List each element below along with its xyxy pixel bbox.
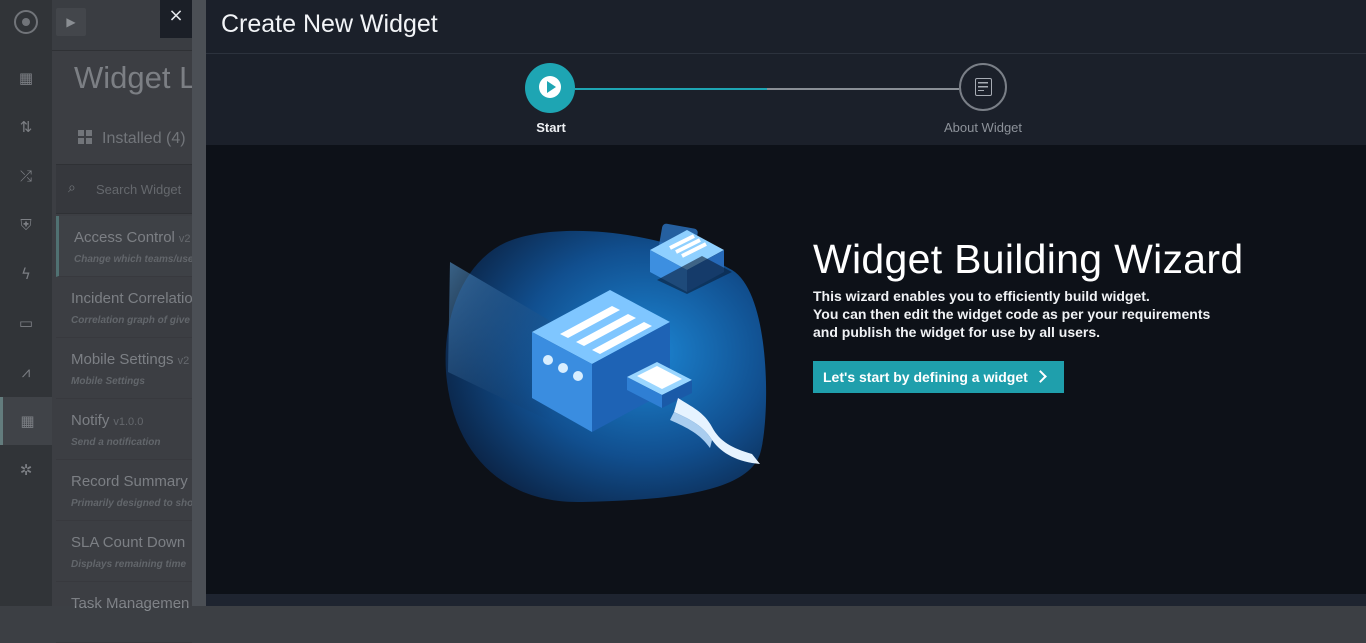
widget-name: Task Managemen bbox=[71, 595, 190, 612]
import-export-icon[interactable]: ⇅ bbox=[16, 117, 36, 137]
cta-label: Let's start by defining a widget bbox=[823, 369, 1028, 385]
list-item[interactable]: Record Summary Primarily designed to sho bbox=[56, 460, 192, 521]
wizard-stepper: Start About Widget bbox=[206, 54, 1366, 145]
chevron-right-icon bbox=[1033, 370, 1047, 383]
description-line: This wizard enables you to efficiently b… bbox=[813, 288, 1150, 304]
widget-description: Mobile Settings bbox=[71, 376, 145, 387]
close-button[interactable]: × bbox=[160, 0, 192, 38]
widget-description: Displays remaining time bbox=[71, 559, 187, 570]
widget-description: Change which teams/use bbox=[74, 254, 192, 265]
search-input[interactable] bbox=[96, 177, 192, 201]
step-remaining-line bbox=[767, 88, 959, 90]
widget-description: Correlation graph of give bbox=[71, 315, 190, 326]
widget-description: Send a notification bbox=[71, 437, 161, 448]
page-title: Widget L bbox=[74, 60, 197, 95]
step-progress-line bbox=[575, 88, 767, 90]
app-logo-icon[interactable] bbox=[14, 10, 38, 34]
step-start[interactable] bbox=[525, 63, 575, 113]
widget-description: Primarily designed to sho bbox=[71, 498, 192, 509]
list-item[interactable]: Incident Correlatio Correlation graph of… bbox=[56, 277, 192, 338]
start-defining-widget-button[interactable]: Let's start by defining a widget bbox=[813, 361, 1064, 393]
settings-icon[interactable]: ✲ bbox=[16, 460, 36, 480]
dashboard-icon[interactable]: ▦ bbox=[16, 68, 36, 88]
shield-icon[interactable]: ⛨ bbox=[16, 215, 36, 235]
widget-version: v2 bbox=[178, 233, 191, 245]
modal-footer bbox=[206, 594, 1366, 606]
search-icon: ⌕ bbox=[68, 179, 76, 195]
widgets-icon[interactable]: ▦ bbox=[0, 397, 52, 445]
list-item[interactable]: Task Managemen bbox=[56, 582, 192, 643]
list-item[interactable]: SLA Count Down Displays remaining time bbox=[56, 521, 192, 582]
grid-icon bbox=[78, 130, 92, 144]
widget-name: Incident Correlatio bbox=[71, 290, 192, 307]
step-label-about-widget: About Widget bbox=[943, 120, 1023, 135]
modal-header: Create New Widget bbox=[206, 0, 1366, 54]
step-label-start: Start bbox=[536, 120, 566, 135]
modal-edge bbox=[192, 0, 206, 606]
widget-name: Record Summary bbox=[71, 473, 188, 490]
close-icon: × bbox=[168, 5, 184, 26]
chart-icon[interactable]: ⩘ bbox=[16, 362, 36, 382]
lightning-icon[interactable]: ϟ bbox=[16, 264, 36, 284]
widget-version: v1.0.0 bbox=[113, 416, 144, 428]
document-icon bbox=[975, 78, 992, 96]
widget-version: v2 bbox=[177, 355, 190, 367]
left-nav-rail: ▦ ⇅ ⤮ ⛨ ϟ ▭ ⩘ ▦ ✲ bbox=[0, 0, 52, 606]
list-item[interactable]: Access Control v2 Change which teams/use bbox=[56, 216, 192, 277]
shuffle-icon[interactable]: ⤮ bbox=[16, 166, 36, 186]
widget-name: SLA Count Down bbox=[71, 534, 186, 551]
create-widget-modal: Create New Widget Start About Widget Wid… bbox=[206, 0, 1366, 606]
expand-sidebar-button[interactable]: ▶ bbox=[56, 8, 86, 36]
description-line: You can then edit the widget code as per… bbox=[813, 306, 1211, 322]
widget-name: Access Control bbox=[74, 229, 175, 246]
tab-installed[interactable]: Installed (4) bbox=[78, 130, 186, 148]
widget-name: Mobile Settings bbox=[71, 351, 174, 368]
tab-installed-label: Installed (4) bbox=[102, 130, 186, 147]
widget-search: ⌕ bbox=[56, 164, 192, 214]
list-item[interactable]: Notify v1.0.0 Send a notification bbox=[56, 399, 192, 460]
modal-title: Create New Widget bbox=[221, 10, 438, 38]
step-about-widget[interactable] bbox=[959, 63, 1007, 111]
wizard-description: This wizard enables you to efficiently b… bbox=[813, 287, 1253, 341]
widget-name: Notify bbox=[71, 412, 110, 429]
widget-list: Access Control v2 Change which teams/use … bbox=[56, 216, 192, 643]
play-icon bbox=[539, 76, 561, 98]
wizard-title: Widget Building Wizard bbox=[813, 236, 1244, 282]
wizard-illustration bbox=[445, 223, 767, 503]
briefcase-icon[interactable]: ▭ bbox=[16, 313, 36, 333]
list-item[interactable]: Mobile Settings v2 Mobile Settings bbox=[56, 338, 192, 399]
description-line: and publish the widget for use by all us… bbox=[813, 324, 1101, 340]
